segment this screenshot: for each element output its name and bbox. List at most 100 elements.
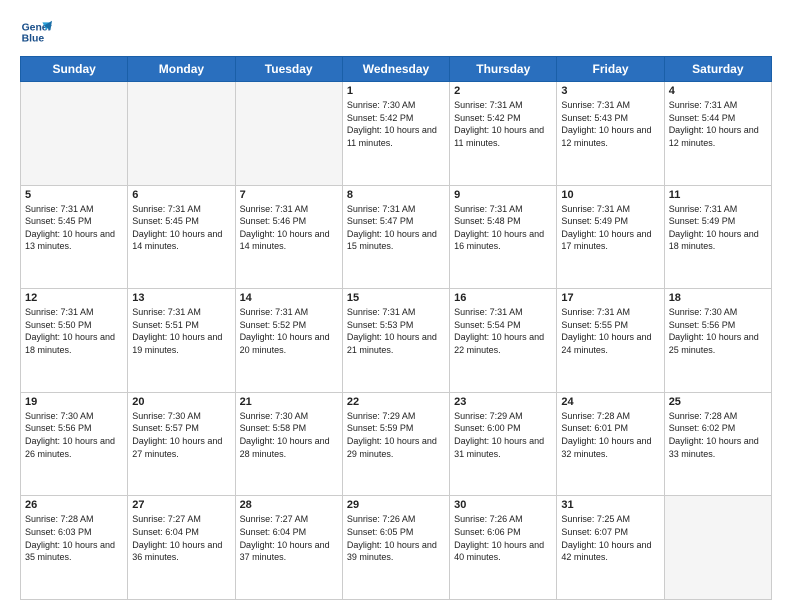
calendar-cell: 2 Sunrise: 7:31 AMSunset: 5:42 PMDaylight… (450, 82, 557, 186)
calendar-cell: 5 Sunrise: 7:31 AMSunset: 5:45 PMDaylight… (21, 185, 128, 289)
day-info: Sunrise: 7:29 AMSunset: 6:00 PMDaylight:… (454, 410, 552, 460)
day-number: 11 (669, 189, 767, 201)
calendar-week-0: 1 Sunrise: 7:30 AMSunset: 5:42 PMDaylight… (21, 82, 772, 186)
svg-text:Blue: Blue (22, 34, 45, 45)
day-number: 23 (454, 396, 552, 408)
day-info: Sunrise: 7:31 AMSunset: 5:54 PMDaylight:… (454, 306, 552, 356)
calendar-week-4: 26 Sunrise: 7:28 AMSunset: 6:03 PMDayligh… (21, 496, 772, 600)
calendar-cell: 11 Sunrise: 7:31 AMSunset: 5:49 PMDayligh… (664, 185, 771, 289)
day-number: 14 (240, 292, 338, 304)
day-info: Sunrise: 7:31 AMSunset: 5:42 PMDaylight:… (454, 99, 552, 149)
day-info: Sunrise: 7:31 AMSunset: 5:50 PMDaylight:… (25, 306, 123, 356)
header-day-friday: Friday (557, 57, 664, 82)
calendar-cell: 15 Sunrise: 7:31 AMSunset: 5:53 PMDayligh… (342, 289, 449, 393)
calendar-cell: 10 Sunrise: 7:31 AMSunset: 5:49 PMDayligh… (557, 185, 664, 289)
calendar-cell: 21Sunrise: 7:30 AMSunset: 5:58 PMDayligh… (235, 392, 342, 496)
day-number: 3 (561, 85, 659, 97)
day-info: Sunrise: 7:30 AMSunset: 5:42 PMDaylight:… (347, 99, 445, 149)
calendar-cell (664, 496, 771, 600)
day-info: Sunrise: 7:31 AMSunset: 5:49 PMDaylight:… (561, 203, 659, 253)
day-number: 13 (132, 292, 230, 304)
calendar-cell: 26 Sunrise: 7:28 AMSunset: 6:03 PMDayligh… (21, 496, 128, 600)
day-number: 27 (132, 499, 230, 511)
day-number: 4 (669, 85, 767, 97)
day-number: 24 (561, 396, 659, 408)
day-number: 25 (669, 396, 767, 408)
calendar-cell: 17 Sunrise: 7:31 AMSunset: 5:55 PMDayligh… (557, 289, 664, 393)
calendar-cell: 25 Sunrise: 7:28 AMSunset: 6:02 PMDayligh… (664, 392, 771, 496)
day-info: Sunrise: 7:31 AMSunset: 5:45 PMDaylight:… (132, 203, 230, 253)
calendar-cell: 30Sunrise: 7:26 AMSunset: 6:06 PMDayligh… (450, 496, 557, 600)
day-number: 6 (132, 189, 230, 201)
calendar-cell: 27 Sunrise: 7:27 AMSunset: 6:04 PMDayligh… (128, 496, 235, 600)
header-day-monday: Monday (128, 57, 235, 82)
calendar-header: SundayMondayTuesdayWednesdayThursdayFrid… (21, 57, 772, 82)
calendar-cell: 3 Sunrise: 7:31 AMSunset: 5:43 PMDaylight… (557, 82, 664, 186)
header-day-wednesday: Wednesday (342, 57, 449, 82)
calendar-table: SundayMondayTuesdayWednesdayThursdayFrid… (20, 56, 772, 600)
calendar-week-3: 19 Sunrise: 7:30 AMSunset: 5:56 PMDayligh… (21, 392, 772, 496)
calendar-cell: 6 Sunrise: 7:31 AMSunset: 5:45 PMDaylight… (128, 185, 235, 289)
logo: General Blue (20, 16, 52, 48)
day-info: Sunrise: 7:31 AMSunset: 5:55 PMDaylight:… (561, 306, 659, 356)
calendar-cell: 1 Sunrise: 7:30 AMSunset: 5:42 PMDaylight… (342, 82, 449, 186)
day-info: Sunrise: 7:31 AMSunset: 5:51 PMDaylight:… (132, 306, 230, 356)
calendar-cell: 18 Sunrise: 7:30 AMSunset: 5:56 PMDayligh… (664, 289, 771, 393)
day-info: Sunrise: 7:28 AMSunset: 6:02 PMDaylight:… (669, 410, 767, 460)
day-number: 12 (25, 292, 123, 304)
day-info: Sunrise: 7:31 AMSunset: 5:45 PMDaylight:… (25, 203, 123, 253)
day-number: 15 (347, 292, 445, 304)
day-info: Sunrise: 7:31 AMSunset: 5:43 PMDaylight:… (561, 99, 659, 149)
logo-icon: General Blue (20, 16, 52, 48)
day-number: 5 (25, 189, 123, 201)
header: General Blue (20, 16, 772, 48)
day-info: Sunrise: 7:30 AMSunset: 5:57 PMDaylight:… (132, 410, 230, 460)
day-info: Sunrise: 7:30 AMSunset: 5:56 PMDaylight:… (25, 410, 123, 460)
day-info: Sunrise: 7:26 AMSunset: 6:05 PMDaylight:… (347, 513, 445, 563)
day-number: 20 (132, 396, 230, 408)
day-info: Sunrise: 7:28 AMSunset: 6:03 PMDaylight:… (25, 513, 123, 563)
day-number: 16 (454, 292, 552, 304)
calendar-body: 1 Sunrise: 7:30 AMSunset: 5:42 PMDaylight… (21, 82, 772, 600)
calendar-cell: 4 Sunrise: 7:31 AMSunset: 5:44 PMDaylight… (664, 82, 771, 186)
day-info: Sunrise: 7:31 AMSunset: 5:53 PMDaylight:… (347, 306, 445, 356)
header-day-sunday: Sunday (21, 57, 128, 82)
page: General Blue SundayMondayTuesdayWednesda… (0, 0, 792, 612)
header-day-thursday: Thursday (450, 57, 557, 82)
day-number: 19 (25, 396, 123, 408)
day-info: Sunrise: 7:31 AMSunset: 5:49 PMDaylight:… (669, 203, 767, 253)
day-info: Sunrise: 7:31 AMSunset: 5:44 PMDaylight:… (669, 99, 767, 149)
calendar-cell (21, 82, 128, 186)
calendar-cell: 24Sunrise: 7:28 AMSunset: 6:01 PMDayligh… (557, 392, 664, 496)
day-info: Sunrise: 7:31 AMSunset: 5:46 PMDaylight:… (240, 203, 338, 253)
day-number: 18 (669, 292, 767, 304)
day-number: 28 (240, 499, 338, 511)
day-number: 17 (561, 292, 659, 304)
day-number: 10 (561, 189, 659, 201)
calendar-cell (128, 82, 235, 186)
day-number: 26 (25, 499, 123, 511)
day-info: Sunrise: 7:31 AMSunset: 5:52 PMDaylight:… (240, 306, 338, 356)
day-info: Sunrise: 7:30 AMSunset: 5:58 PMDaylight:… (240, 410, 338, 460)
day-number: 29 (347, 499, 445, 511)
day-number: 1 (347, 85, 445, 97)
day-info: Sunrise: 7:27 AMSunset: 6:04 PMDaylight:… (132, 513, 230, 563)
day-info: Sunrise: 7:29 AMSunset: 5:59 PMDaylight:… (347, 410, 445, 460)
day-info: Sunrise: 7:31 AMSunset: 5:47 PMDaylight:… (347, 203, 445, 253)
day-number: 31 (561, 499, 659, 511)
calendar-week-1: 5 Sunrise: 7:31 AMSunset: 5:45 PMDaylight… (21, 185, 772, 289)
day-number: 8 (347, 189, 445, 201)
calendar-week-2: 12 Sunrise: 7:31 AMSunset: 5:50 PMDayligh… (21, 289, 772, 393)
day-info: Sunrise: 7:30 AMSunset: 5:56 PMDaylight:… (669, 306, 767, 356)
calendar-cell: 29 Sunrise: 7:26 AMSunset: 6:05 PMDayligh… (342, 496, 449, 600)
day-info: Sunrise: 7:27 AMSunset: 6:04 PMDaylight:… (240, 513, 338, 563)
day-number: 9 (454, 189, 552, 201)
calendar-cell: 19 Sunrise: 7:30 AMSunset: 5:56 PMDayligh… (21, 392, 128, 496)
header-day-saturday: Saturday (664, 57, 771, 82)
day-info: Sunrise: 7:31 AMSunset: 5:48 PMDaylight:… (454, 203, 552, 253)
calendar-cell: 23 Sunrise: 7:29 AMSunset: 6:00 PMDayligh… (450, 392, 557, 496)
calendar-cell: 31Sunrise: 7:25 AMSunset: 6:07 PMDayligh… (557, 496, 664, 600)
day-number: 2 (454, 85, 552, 97)
header-row: SundayMondayTuesdayWednesdayThursdayFrid… (21, 57, 772, 82)
calendar-cell: 13 Sunrise: 7:31 AMSunset: 5:51 PMDayligh… (128, 289, 235, 393)
